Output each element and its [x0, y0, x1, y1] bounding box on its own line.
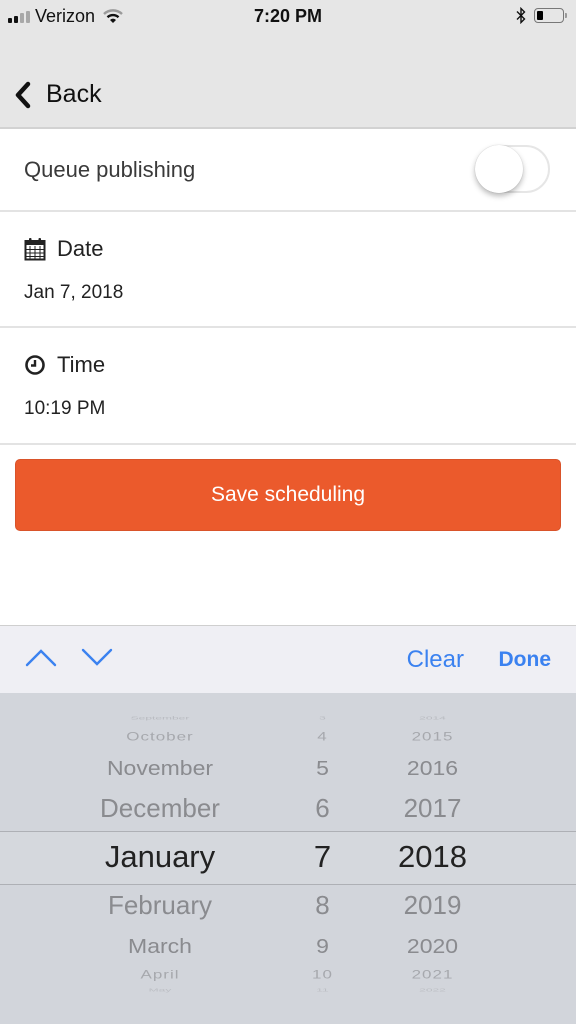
calendar-icon [24, 238, 46, 261]
date-value: Jan 7, 2018 [24, 282, 124, 303]
battery-level [537, 11, 543, 20]
back-button[interactable]: Back [14, 80, 102, 109]
date-field-header: Date [24, 236, 103, 262]
time-field[interactable]: Time 10:19 PM [0, 328, 576, 445]
picker-option[interactable]: 10 [290, 968, 355, 982]
picker-option[interactable]: 2015 [370, 730, 495, 744]
date-field-title: Date [57, 236, 104, 261]
queue-publishing-label: Queue publishing [24, 157, 196, 182]
bluetooth-icon [516, 7, 526, 24]
date-picker[interactable]: September October November December Janu… [0, 693, 576, 1024]
picker-option[interactable]: November [60, 756, 260, 780]
save-scheduling-button[interactable]: Save scheduling [15, 459, 561, 531]
chevron-down-icon [81, 648, 113, 666]
picker-option[interactable]: 5 [290, 756, 355, 780]
chevron-left-icon [15, 81, 31, 108]
picker-option[interactable]: October [60, 730, 260, 744]
picker-option[interactable]: 2014 [370, 716, 495, 721]
picker-option[interactable]: May [60, 988, 260, 993]
picker-option[interactable]: February [60, 890, 260, 921]
picker-option[interactable]: 9 [290, 934, 355, 958]
back-label: Back [46, 80, 102, 108]
clock-icon [25, 355, 45, 375]
battery-icon [534, 8, 567, 23]
picker-option[interactable]: September [60, 716, 260, 721]
picker-option[interactable]: 2016 [370, 756, 495, 780]
status-bar: Verizon 7:20 PM [0, 0, 576, 34]
picker-selected-month[interactable]: January [60, 839, 260, 875]
next-field-button[interactable] [80, 646, 114, 673]
picker-option[interactable]: 2022 [370, 988, 495, 993]
year-wheel[interactable]: 2014 2015 2016 2017 2018 2019 2020 2021 … [370, 693, 495, 1024]
time-field-title: Time [57, 352, 106, 377]
picker-option[interactable]: 8 [290, 890, 355, 921]
queue-publishing-toggle[interactable] [475, 145, 550, 193]
done-button[interactable]: Done [499, 648, 552, 672]
picker-selected-day[interactable]: 7 [290, 839, 355, 875]
picker-option[interactable]: 4 [290, 730, 355, 744]
clear-button[interactable]: Clear [407, 646, 464, 674]
picker-option[interactable]: 3 [290, 716, 355, 721]
status-time: 7:20 PM [253, 6, 323, 26]
time-value: 10:19 PM [24, 398, 106, 419]
picker-option[interactable]: 2021 [370, 968, 495, 982]
picker-option[interactable]: April [60, 968, 260, 982]
picker-selected-year[interactable]: 2018 [370, 839, 495, 875]
picker-accessory-bar: Clear Done [0, 625, 576, 693]
day-wheel[interactable]: 3 4 5 6 7 8 9 10 11 [290, 693, 355, 1024]
chevron-up-icon [25, 649, 57, 667]
picker-option[interactable]: December [60, 793, 260, 824]
picker-option[interactable]: 2020 [370, 934, 495, 958]
picker-option[interactable]: 11 [290, 988, 355, 993]
toggle-knob [475, 145, 523, 193]
previous-field-button[interactable] [24, 646, 58, 673]
date-field[interactable]: Date Jan 7, 2018 [0, 212, 576, 328]
picker-option[interactable]: 6 [290, 793, 355, 824]
status-bar-right [516, 7, 567, 24]
picker-option[interactable]: 2017 [370, 793, 495, 824]
month-wheel[interactable]: September October November December Janu… [60, 693, 260, 1024]
queue-publishing-row: Queue publishing [0, 129, 576, 212]
time-field-header: Time [24, 352, 105, 378]
picker-option[interactable]: 2019 [370, 890, 495, 921]
navigation-bar: Back [0, 34, 576, 129]
picker-option[interactable]: March [60, 934, 260, 958]
